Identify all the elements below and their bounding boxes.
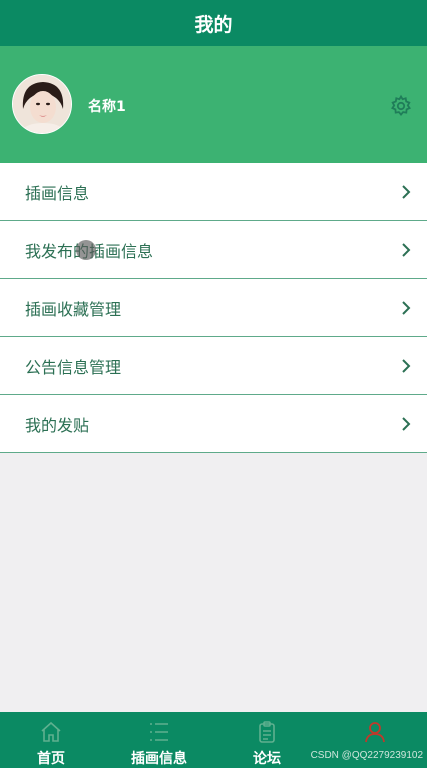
tab-label: 论坛: [253, 751, 281, 767]
chevron-right-icon: [402, 359, 411, 373]
menu-item-label: 插画收藏管理: [25, 299, 122, 319]
tab-illustration-info[interactable]: 插画信息: [114, 712, 204, 768]
profile-header: 名称1: [0, 46, 427, 163]
clipboard-icon: [259, 721, 275, 743]
menu-item-label: 公告信息管理: [25, 357, 122, 377]
menu-item-my-published[interactable]: 我发布的插画信息: [0, 221, 427, 279]
touch-indicator: [76, 240, 96, 260]
username: 名称1: [88, 99, 126, 115]
chevron-right-icon: [402, 301, 411, 315]
app-root: 我的 名称1 插画信息 插画收藏管理 公告信息管理 我的发贴 首页 插画信息 论…: [0, 0, 427, 768]
top-bar: 我的: [0, 0, 427, 46]
menu-list: 插画信息 我发布的插画信息 插画收藏管理 公告信息管理 我的发贴: [0, 163, 427, 453]
home-icon: [41, 721, 61, 742]
menu-item-label: 我的发贴: [25, 415, 90, 435]
menu-item-announcements[interactable]: 公告信息管理: [0, 337, 427, 395]
tab-forum[interactable]: 论坛: [222, 712, 312, 768]
menu-item-my-posts[interactable]: 我的发贴: [0, 395, 427, 453]
tab-home[interactable]: 首页: [6, 712, 96, 768]
user-icon: [365, 722, 385, 743]
avatar[interactable]: [12, 74, 72, 134]
chevron-right-icon: [402, 417, 411, 431]
menu-item-label: 插画信息: [25, 183, 90, 203]
menu-item-illustration-info[interactable]: 插画信息: [0, 163, 427, 221]
gear-icon[interactable]: [389, 94, 413, 118]
page-title: 我的: [194, 13, 233, 36]
chevron-right-icon: [402, 185, 411, 199]
menu-item-favorites[interactable]: 插画收藏管理: [0, 279, 427, 337]
tab-label: 插画信息: [131, 751, 187, 767]
watermark-text: CSDN @QQ2279239102: [310, 750, 423, 761]
user-avatar-photo: [13, 75, 71, 133]
chevron-right-icon: [402, 243, 411, 257]
list-icon: [150, 723, 168, 741]
tab-label: 首页: [37, 751, 65, 767]
